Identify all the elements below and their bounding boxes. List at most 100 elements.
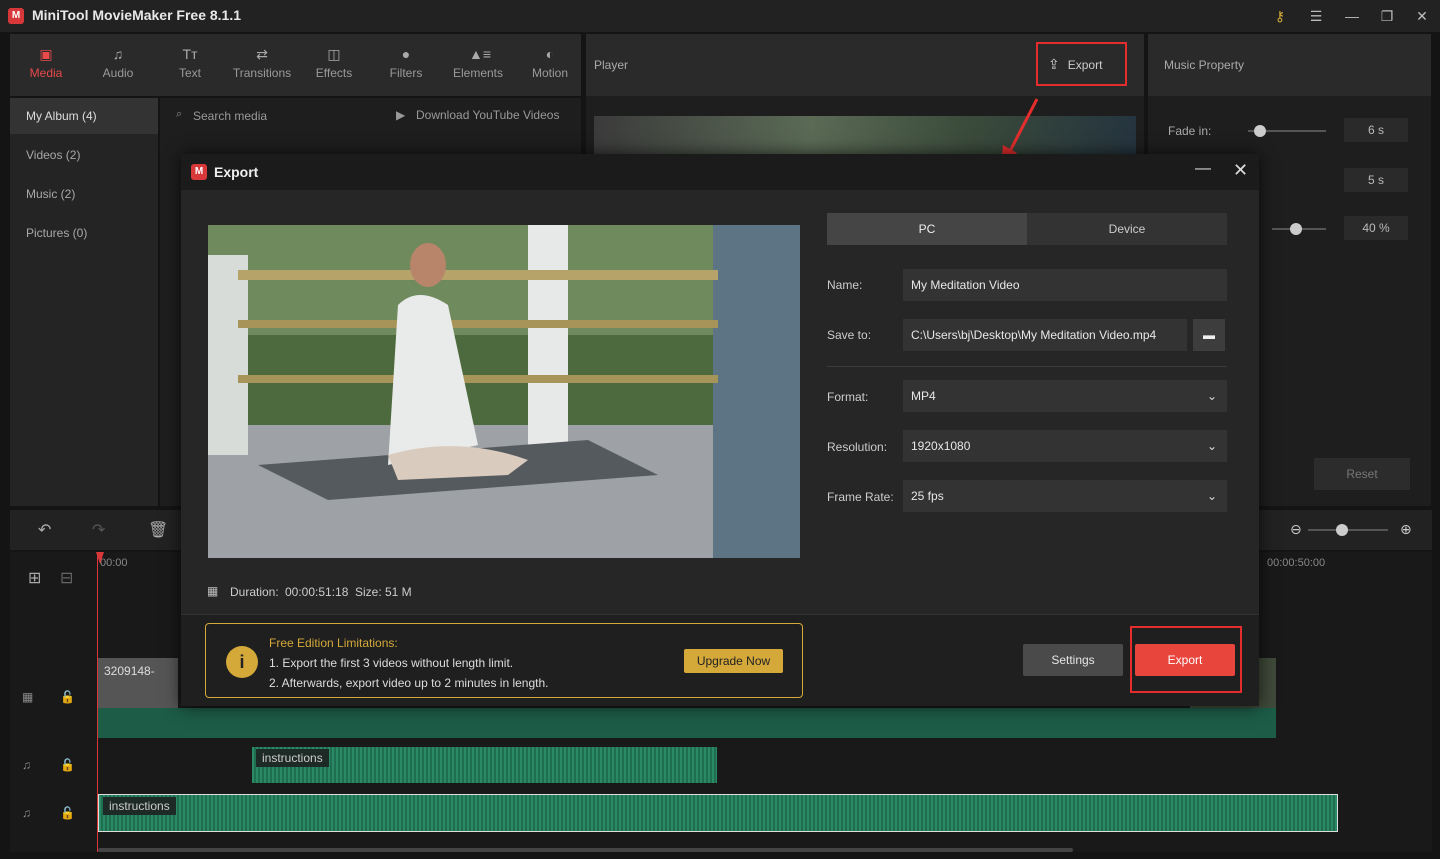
- audio-track-1-lock-icon[interactable]: 🔓: [60, 758, 75, 772]
- frame-rate-label: Frame Rate:: [827, 490, 894, 504]
- sidebar-item-pictures[interactable]: Pictures (0): [10, 215, 158, 251]
- dialog-title: Export: [214, 164, 259, 180]
- reset-button[interactable]: Reset: [1314, 458, 1410, 490]
- limitations-box: i Free Edition Limitations: 1. Export th…: [205, 623, 803, 698]
- dialog-export-button[interactable]: Export: [1135, 644, 1235, 676]
- app-logo-icon: M: [8, 8, 24, 24]
- export-preview-image: [208, 225, 800, 558]
- zoom-out-icon[interactable]: ⊖: [1290, 521, 1302, 538]
- tab-effects-label: Effects: [315, 66, 353, 80]
- video-clip-thumb[interactable]: 3209148-: [98, 658, 178, 708]
- tab-motion[interactable]: ◐ Motion: [514, 34, 586, 96]
- tab-text[interactable]: Tт Text: [154, 34, 226, 96]
- sidebar-item-music[interactable]: Music (2): [10, 176, 158, 212]
- limitations-title: Free Edition Limitations:: [269, 636, 398, 650]
- timecode-end: 00:00:50:00: [1267, 557, 1326, 569]
- resolution-value: 1920x1080: [911, 439, 971, 453]
- music-property-title: Music Property: [1164, 58, 1245, 72]
- info-icon: i: [226, 646, 258, 678]
- resolution-select[interactable]: 1920x1080 ⌄: [903, 430, 1227, 462]
- player-preview: [594, 116, 1136, 156]
- tab-filters[interactable]: ● Filters: [370, 34, 442, 96]
- minimize-icon[interactable]: —: [1342, 6, 1362, 26]
- zoom-in-icon[interactable]: ⊕: [1400, 521, 1412, 538]
- undo-icon[interactable]: ↶: [38, 520, 51, 540]
- video-track-icon: ▦: [22, 690, 34, 704]
- tab-filters-label: Filters: [389, 66, 423, 80]
- tab-device[interactable]: Device: [1027, 213, 1227, 245]
- maximize-icon[interactable]: ❐: [1377, 6, 1397, 26]
- sidebar-item-my-album[interactable]: My Album (4): [10, 98, 158, 134]
- format-value: MP4: [911, 389, 936, 403]
- divider: [827, 366, 1227, 367]
- zoom-slider[interactable]: [1308, 529, 1388, 531]
- media-search-row: ⌕ Search media ▶ Download YouTube Videos: [160, 98, 581, 132]
- format-select[interactable]: MP4 ⌄: [903, 380, 1227, 412]
- audio-clip-2[interactable]: instructions: [98, 794, 1338, 832]
- dialog-close-icon[interactable]: ✕: [1233, 160, 1248, 181]
- fade-out-value[interactable]: 5 s: [1344, 168, 1408, 192]
- player-export-label: Export: [1067, 57, 1103, 72]
- delete-icon[interactable]: 🗑: [148, 520, 168, 540]
- close-icon[interactable]: ✕: [1412, 6, 1432, 26]
- video-clip-bar[interactable]: [98, 708, 1276, 738]
- timecode-start: 00:00: [100, 557, 128, 569]
- tab-transitions-label: Transitions: [232, 66, 292, 80]
- export-dialog-body: ▦ Duration: 00:00:51:18 Size: 51 M PC De…: [181, 190, 1259, 614]
- tab-media[interactable]: ▣ Media: [10, 34, 82, 96]
- media-icon: ▣: [39, 46, 53, 62]
- remove-track-icon[interactable]: ⊟: [60, 568, 73, 588]
- tab-pc[interactable]: PC: [827, 213, 1027, 245]
- youtube-icon: ▶: [396, 108, 406, 122]
- limitation-2: 2. Afterwards, export video up to 2 minu…: [269, 676, 549, 690]
- dialog-minimize-icon[interactable]: —: [1195, 160, 1211, 178]
- video-track-lock-icon[interactable]: 🔓: [60, 690, 75, 704]
- tab-audio-label: Audio: [102, 66, 134, 80]
- duration-label: Duration:: [230, 585, 279, 599]
- app-window: M MiniTool MovieMaker Free 8.1.1 ⚷ ☰ — ❐…: [0, 0, 1440, 859]
- dialog-logo-icon: M: [191, 164, 207, 180]
- tab-transitions[interactable]: ⇄ Transitions: [226, 34, 298, 96]
- save-path-input[interactable]: C:\Users\bj\Desktop\My Meditation Video.…: [903, 319, 1187, 351]
- player-export-button[interactable]: ⇪ Export: [1048, 56, 1102, 73]
- search-input[interactable]: Search media: [193, 109, 267, 123]
- audio-clip-1-label: instructions: [256, 749, 329, 767]
- duration-value: 00:00:51:18: [285, 585, 349, 599]
- tab-effects[interactable]: ◫ Effects: [298, 34, 370, 96]
- title-bar: M MiniTool MovieMaker Free 8.1.1 ⚷ ☰ — ❐…: [0, 0, 1440, 32]
- playhead-handle[interactable]: [96, 552, 104, 564]
- tab-elements-label: Elements: [452, 66, 504, 80]
- tab-audio[interactable]: ♫ Audio: [82, 34, 154, 96]
- search-icon: ⌕: [176, 108, 183, 120]
- browse-folder-button[interactable]: ▬: [1193, 319, 1225, 351]
- fade-in-label: Fade in:: [1168, 124, 1212, 138]
- frame-rate-select[interactable]: 25 fps ⌄: [903, 480, 1227, 512]
- fade-in-value[interactable]: 6 s: [1344, 118, 1408, 142]
- sidebar-item-videos[interactable]: Videos (2): [10, 137, 158, 173]
- redo-icon[interactable]: ↷: [92, 520, 105, 540]
- settings-button[interactable]: Settings: [1023, 644, 1123, 676]
- fade-in-knob[interactable]: [1254, 125, 1266, 137]
- chevron-down-icon: ⌄: [1206, 489, 1217, 503]
- app-title: MiniTool MovieMaker Free 8.1.1: [32, 7, 242, 23]
- menu-icon[interactable]: ☰: [1306, 6, 1326, 26]
- volume-value[interactable]: 40 %: [1344, 216, 1408, 240]
- timeline-scrollbar[interactable]: [98, 848, 1073, 852]
- download-youtube-link[interactable]: Download YouTube Videos: [416, 108, 559, 122]
- format-label: Format:: [827, 390, 869, 404]
- upgrade-now-button[interactable]: Upgrade Now: [684, 649, 783, 673]
- save-to-label: Save to:: [827, 328, 872, 342]
- audio-clip-1[interactable]: instructions: [252, 747, 717, 783]
- frame-rate-value: 25 fps: [911, 489, 944, 503]
- name-input[interactable]: My Meditation Video: [903, 269, 1227, 301]
- audio-track-2-lock-icon[interactable]: 🔓: [60, 806, 75, 820]
- player-header: Player ⇪ Export: [586, 34, 1144, 96]
- volume-knob[interactable]: [1290, 223, 1302, 235]
- zoom-knob[interactable]: [1336, 524, 1348, 536]
- key-icon[interactable]: ⚷: [1270, 6, 1290, 26]
- tab-elements[interactable]: ▲≡ Elements: [442, 34, 514, 96]
- filters-icon: ●: [401, 46, 411, 62]
- export-dialog-footer: i Free Edition Limitations: 1. Export th…: [181, 614, 1259, 706]
- add-track-icon[interactable]: ⊞: [28, 568, 41, 588]
- resolution-label: Resolution:: [827, 440, 888, 454]
